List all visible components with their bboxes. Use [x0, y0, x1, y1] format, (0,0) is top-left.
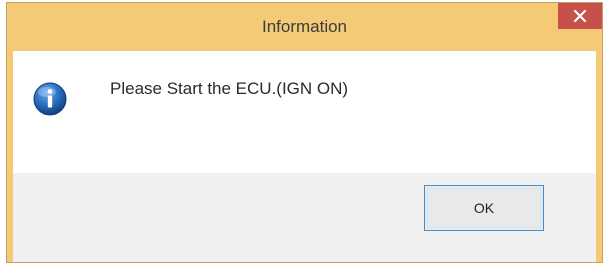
title-bar[interactable]: Information: [7, 3, 602, 51]
close-button[interactable]: [558, 3, 602, 29]
ok-button-label: OK: [473, 200, 495, 216]
information-dialog: Information Please Start the ECU.(IGN ON…: [6, 2, 603, 263]
button-bar: OK: [13, 173, 596, 262]
window-title: Information: [261, 17, 348, 36]
dialog-body: Please Start the ECU.(IGN ON) OK: [13, 51, 596, 262]
close-icon: [573, 9, 587, 23]
message-area: Please Start the ECU.(IGN ON): [13, 51, 596, 173]
dialog-message: Please Start the ECU.(IGN ON): [110, 79, 349, 98]
ok-button[interactable]: OK: [424, 185, 544, 231]
info-icon: [33, 82, 67, 116]
